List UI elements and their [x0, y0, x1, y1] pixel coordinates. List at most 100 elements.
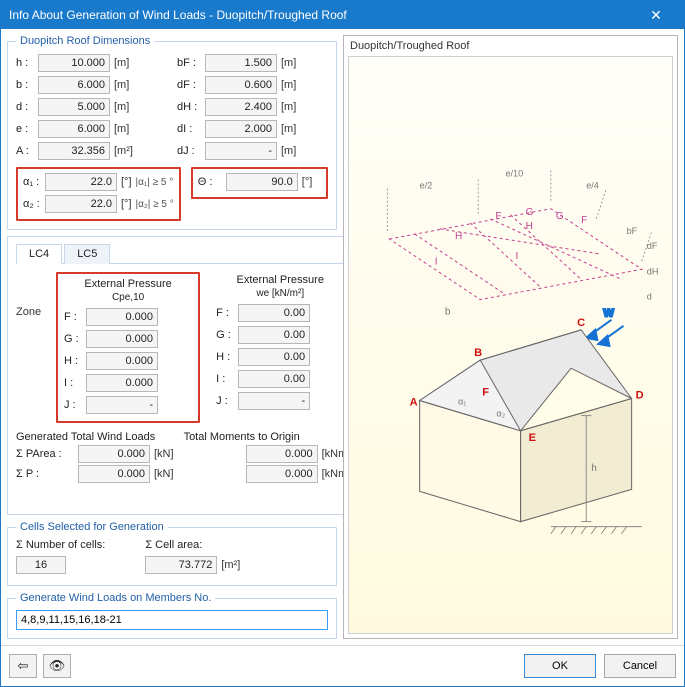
ext-press-title-2: External Pressure [216, 274, 344, 286]
val-cpe-H: 0.000 [86, 352, 158, 370]
group-cells: Cells Selected for Generation Σ Number o… [7, 521, 337, 586]
lbl-dJ: dJ : [177, 145, 205, 157]
tabstrip: LC4 LC5 [16, 243, 350, 264]
unit-dH: [m] [281, 101, 296, 113]
unit-A: [m²] [114, 145, 133, 157]
title-bar: Info About Generation of Wind Loads - Du… [1, 1, 684, 29]
diagram-panel: Duopitch/Troughed Roof H [343, 35, 678, 639]
svg-text:F: F [482, 386, 489, 398]
lbl-a1: α₁ : [23, 176, 45, 188]
val-p: 0.000 [78, 465, 150, 483]
val-cpe-G: 0.000 [86, 330, 158, 348]
val-h: 10.000 [38, 54, 110, 72]
unit-dJ: [m] [281, 145, 296, 157]
val-a2: 22.0 [45, 195, 117, 213]
lbl-d: d : [16, 101, 38, 113]
zone-header: Zone [16, 306, 46, 318]
view-button[interactable]: 👁 [43, 654, 71, 678]
val-we-J: - [238, 392, 310, 410]
val-cpe-I: 0.000 [86, 374, 158, 392]
we-sub: we [kN/m²] [216, 288, 344, 299]
cells-area-unit: [m²] [221, 559, 240, 571]
arrow-left-icon: ⇦ [18, 658, 29, 674]
unit-theta: [°] [302, 176, 313, 188]
svg-text:e/2: e/2 [420, 181, 433, 191]
val-b: 6.000 [38, 76, 110, 94]
note-a1: |α₁| ≥ 5 ° [136, 177, 174, 188]
lbl-cpe-J: J : [64, 399, 86, 411]
tab-lc4[interactable]: LC4 [16, 244, 62, 264]
svg-text:α₁: α₁ [458, 397, 466, 407]
lbl-dH: dH : [177, 101, 205, 113]
svg-text:D: D [636, 389, 644, 401]
svg-text:F: F [495, 211, 501, 222]
unit-e: [m] [114, 123, 129, 135]
highlight-theta: Θ :90.0[°] [191, 167, 328, 199]
val-e: 6.000 [38, 120, 110, 138]
unit-h: [m] [114, 57, 129, 69]
eye-icon: 👁 [49, 658, 66, 674]
unit-pArea: [kN] [154, 448, 174, 460]
unit-d: [m] [114, 101, 129, 113]
lbl-h: h : [16, 57, 38, 69]
unit-b: [m] [114, 79, 129, 91]
dialog-window: Info About Generation of Wind Loads - Du… [0, 0, 685, 687]
lbl-cpe-G: G : [64, 333, 86, 345]
unit-dF: [m] [281, 79, 296, 91]
group-cells-title: Cells Selected for Generation [16, 521, 168, 533]
svg-text:b: b [445, 307, 451, 318]
val-bF: 1.500 [205, 54, 277, 72]
unit-dI: [m] [281, 123, 296, 135]
svg-text:e/4: e/4 [586, 181, 599, 191]
val-d: 5.000 [38, 98, 110, 116]
roof-diagram-icon: HH FGGF II e/2e/10e/4 dFdHd bF [349, 57, 672, 633]
svg-text:W: W [603, 308, 614, 320]
note-a2: |α₂| ≥ 5 ° [136, 199, 174, 210]
lbl-b: b : [16, 79, 38, 91]
val-dI: 2.000 [205, 120, 277, 138]
ok-button[interactable]: OK [524, 654, 596, 678]
svg-text:h: h [591, 463, 597, 474]
lbl-A: A : [16, 145, 38, 157]
group-dimensions-title: Duopitch Roof Dimensions [16, 35, 154, 47]
lbl-cpe-I: I : [64, 377, 86, 389]
tab-lc5[interactable]: LC5 [64, 244, 110, 264]
svg-text:α₂: α₂ [496, 409, 505, 419]
cells-num-label: Σ Number of cells: [16, 539, 105, 551]
cancel-button[interactable]: Cancel [604, 654, 676, 678]
mom-title: Total Moments to Origin [184, 431, 351, 443]
svg-text:I: I [516, 251, 519, 262]
svg-text:dH: dH [647, 266, 659, 276]
gen-total-title: Generated Total Wind Loads [16, 431, 174, 443]
val-we-I: 0.00 [238, 370, 310, 388]
svg-text:C: C [577, 317, 585, 329]
svg-text:F: F [581, 215, 587, 226]
lbl-bF: bF : [177, 57, 205, 69]
svg-text:H: H [455, 231, 462, 242]
diagram-body: HH FGGF II e/2e/10e/4 dFdHd bF [348, 56, 673, 634]
val-we-H: 0.00 [238, 348, 310, 366]
cells-area-label: Σ Cell area: [145, 539, 240, 551]
val-pArea: 0.000 [78, 445, 150, 463]
lbl-we-G: G : [216, 329, 238, 341]
group-pressures: LC4 LC5 Zone External Pressure Cpe,10 F … [7, 236, 359, 515]
lbl-cpe-H: H : [64, 355, 86, 367]
svg-text:e/10: e/10 [505, 168, 523, 178]
lbl-we-F: F : [216, 307, 238, 319]
members-input[interactable] [16, 610, 328, 630]
val-we-G: 0.00 [238, 326, 310, 344]
diagram-title: Duopitch/Troughed Roof [344, 36, 677, 56]
cells-num: 16 [16, 556, 66, 574]
unit-bF: [m] [281, 57, 296, 69]
back-button[interactable]: ⇦ [9, 654, 37, 678]
lbl-we-J: J : [216, 395, 238, 407]
val-theta: 90.0 [226, 173, 298, 191]
svg-text:H: H [526, 221, 533, 232]
highlight-cpe: External Pressure Cpe,10 F :0.000 G :0.0… [56, 272, 200, 423]
unit-a2: [°] [121, 198, 132, 210]
close-icon[interactable]: ✕ [636, 7, 676, 24]
lbl-a2: α₂ : [23, 198, 45, 210]
group-dimensions: Duopitch Roof Dimensions h :10.000 [m] b … [7, 35, 337, 230]
lbl-we-I: I : [216, 373, 238, 385]
ext-press-title-1: External Pressure [64, 278, 192, 290]
